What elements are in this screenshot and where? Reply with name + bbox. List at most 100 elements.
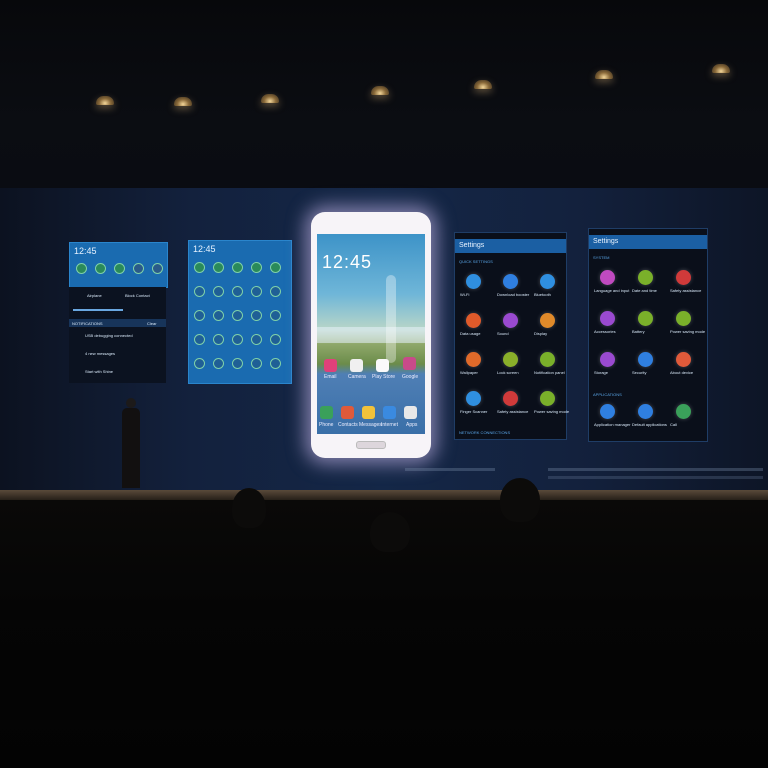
settings-item-label: Power saving mode — [670, 329, 706, 334]
settings-item-label: Sound — [497, 331, 509, 336]
settings-item-label: Notification panel — [534, 370, 565, 375]
settings-item-icon — [600, 352, 615, 367]
settings-item-icon — [600, 270, 615, 285]
app-label: Camera — [348, 374, 366, 380]
settings-item-label: Call — [670, 422, 677, 427]
settings-item-label: Power saving mode — [534, 409, 570, 414]
settings-item-icon — [540, 352, 555, 367]
quick-toggle-icon — [213, 334, 224, 345]
presenter-head — [126, 398, 136, 408]
messages-icon — [362, 406, 375, 419]
brightness-slider — [73, 309, 123, 311]
quick-toggle-icon — [232, 334, 243, 345]
quick-toggle-icon — [232, 310, 243, 321]
settings-item-icon — [638, 270, 653, 285]
quick-toggle-icon — [270, 262, 281, 273]
ceiling-light — [371, 86, 389, 95]
settings-grid-quick: Wi-Fi Download booster Bluetooth Data usage… — [454, 232, 569, 438]
settings-item-icon — [540, 274, 555, 289]
dock-label: Phone — [319, 422, 334, 428]
quick-toggle-icon — [251, 310, 262, 321]
dock-label: Internet — [381, 422, 398, 428]
notifications-bar: NOTIFICATIONS Clear — [69, 319, 166, 327]
settings-item-label: Default applications — [632, 422, 667, 427]
apps-icon — [404, 406, 417, 419]
fine-print — [548, 468, 763, 471]
settings-grid-system: Language and input Date and time Safety as… — [588, 228, 706, 440]
play-store-icon — [376, 359, 389, 372]
settings-item-icon — [466, 352, 481, 367]
settings-item-label: Bluetooth — [534, 292, 551, 297]
camera-icon — [350, 359, 363, 372]
settings-item-label: Accessories — [594, 329, 616, 334]
ceiling-light — [261, 94, 279, 103]
settings-item-label: Lock screen — [497, 370, 519, 375]
settings-item-label: Date and time — [632, 288, 657, 293]
quick-toggle-icon — [251, 358, 262, 369]
quick-toggle-icon — [270, 334, 281, 345]
notification-item: Start with Shine — [85, 369, 114, 374]
ceiling — [0, 0, 768, 200]
settings-item-label: Wi-Fi — [460, 292, 470, 297]
phone-clock: 12:45 — [322, 252, 373, 272]
settings-item-label: Safety assistance — [670, 288, 702, 293]
notification-panel-header: 12:45 — [69, 242, 168, 288]
contacts-icon — [341, 406, 354, 419]
quick-settings-grid — [188, 240, 290, 382]
clear-button: Clear — [147, 321, 157, 326]
quick-toggle-icon — [251, 262, 262, 273]
settings-item-label: Wallpaper — [460, 370, 478, 375]
settings-item-label: About device — [670, 370, 694, 375]
settings-item-label: Application manager — [594, 422, 631, 427]
search-bar — [317, 327, 425, 343]
quick-toggle-icon — [270, 358, 281, 369]
rotate-icon — [133, 263, 144, 274]
settings-item-icon — [676, 404, 691, 419]
notification-panel-body: Airplane Block Contact NOTIFICATIONS Cle… — [69, 287, 166, 383]
quick-toggle-icon — [251, 334, 262, 345]
settings-item-label: Storage — [594, 370, 609, 375]
settings-item-icon — [676, 270, 691, 285]
settings-item-icon — [466, 274, 481, 289]
settings-item-label: Data usage — [460, 331, 481, 336]
settings-item-label: Language and input — [594, 288, 630, 293]
app-label: Google — [402, 374, 419, 380]
settings-item-icon — [638, 352, 653, 367]
notifications-label: NOTIFICATIONS — [72, 321, 103, 326]
fine-print — [405, 468, 495, 471]
quick-toggle-icon — [232, 262, 243, 273]
ceiling-light — [595, 70, 613, 79]
ceiling-light — [474, 80, 492, 89]
presenter-body — [122, 408, 140, 488]
quick-toggle-icon — [213, 358, 224, 369]
settings-item-icon — [503, 391, 518, 406]
settings-item-icon — [600, 404, 615, 419]
panel-time: 12:45 — [74, 246, 97, 256]
notification-item: 4 new messages — [85, 351, 116, 356]
row-label: Airplane — [87, 293, 102, 298]
settings-item-icon — [540, 391, 555, 406]
settings-item-label: Security — [632, 370, 647, 375]
phone-icon — [320, 406, 333, 419]
audience-head — [232, 488, 266, 528]
notification-item: USB debugging connected — [85, 333, 133, 338]
quick-toggle-icon — [194, 310, 205, 321]
quick-toggle-icon — [213, 310, 224, 321]
settings-item-icon — [676, 311, 691, 326]
settings-item-icon — [638, 311, 653, 326]
quick-toggle-icon — [232, 286, 243, 297]
audience-head — [500, 478, 540, 522]
settings-item-label: Download booster — [497, 292, 530, 297]
email-icon — [324, 359, 337, 372]
settings-item-icon — [503, 352, 518, 367]
row-value: Block Contact — [125, 293, 150, 298]
settings-item-icon — [466, 313, 481, 328]
settings-item-label: Battery — [632, 329, 645, 334]
bluetooth-icon — [152, 263, 163, 274]
app-label: Email — [324, 374, 337, 380]
quick-toggle-icon — [194, 286, 205, 297]
quick-toggle-icon — [194, 358, 205, 369]
settings-item-icon — [466, 391, 481, 406]
dock-label: Contacts — [338, 422, 358, 428]
quick-toggle-icon — [232, 358, 243, 369]
